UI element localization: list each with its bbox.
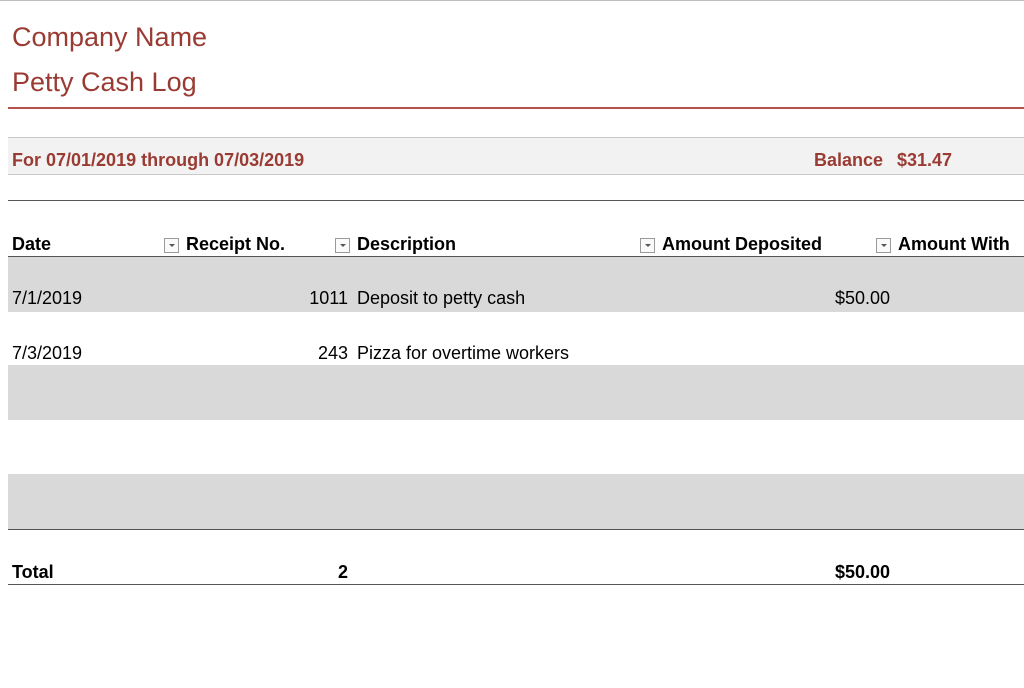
log-title[interactable]: Petty Cash Log [12, 67, 197, 98]
cell-date[interactable]: 7/1/2019 [12, 288, 82, 309]
table-row[interactable] [8, 420, 1024, 475]
total-rule [8, 584, 1024, 585]
cell-description[interactable]: Deposit to petty cash [357, 288, 525, 309]
cell-receipt[interactable]: 243 [260, 343, 348, 364]
column-header-amount-withdrawn[interactable]: Amount With [898, 234, 1010, 255]
total-label[interactable]: Total [12, 562, 54, 583]
table-row[interactable] [8, 474, 1024, 529]
period-range[interactable]: For 07/01/2019 through 07/03/2019 [12, 150, 304, 171]
dropdown-arrow-icon [880, 244, 887, 247]
filter-dropdown-receipt[interactable] [335, 238, 350, 253]
dropdown-arrow-icon [644, 244, 651, 247]
filter-dropdown-date[interactable] [164, 238, 179, 253]
column-header-receipt[interactable]: Receipt No. [186, 234, 285, 255]
cell-receipt[interactable]: 1011 [260, 288, 348, 309]
cell-amount-deposited[interactable]: $50.00 [760, 288, 890, 309]
cell-description[interactable]: Pizza for overtime workers [357, 343, 569, 364]
title-divider [8, 107, 1024, 109]
cell-date[interactable]: 7/3/2019 [12, 343, 82, 364]
company-name[interactable]: Company Name [12, 22, 207, 53]
table-top-rule [8, 200, 1024, 201]
total-amount-deposited[interactable]: $50.00 [760, 562, 890, 583]
filter-dropdown-amount-deposited[interactable] [876, 238, 891, 253]
balance-label: Balance [814, 150, 884, 170]
table-end-rule [8, 529, 1024, 530]
balance-value[interactable]: $31.47 [897, 150, 952, 171]
column-header-description[interactable]: Description [357, 234, 456, 255]
dropdown-arrow-icon [339, 244, 346, 247]
total-receipt-count[interactable]: 2 [260, 562, 348, 583]
top-border [0, 0, 1024, 1]
column-header-date[interactable]: Date [12, 234, 51, 255]
dropdown-arrow-icon [168, 244, 175, 247]
filter-dropdown-description[interactable] [640, 238, 655, 253]
column-header-amount-deposited[interactable]: Amount Deposited [662, 234, 822, 255]
table-row[interactable] [8, 365, 1024, 420]
